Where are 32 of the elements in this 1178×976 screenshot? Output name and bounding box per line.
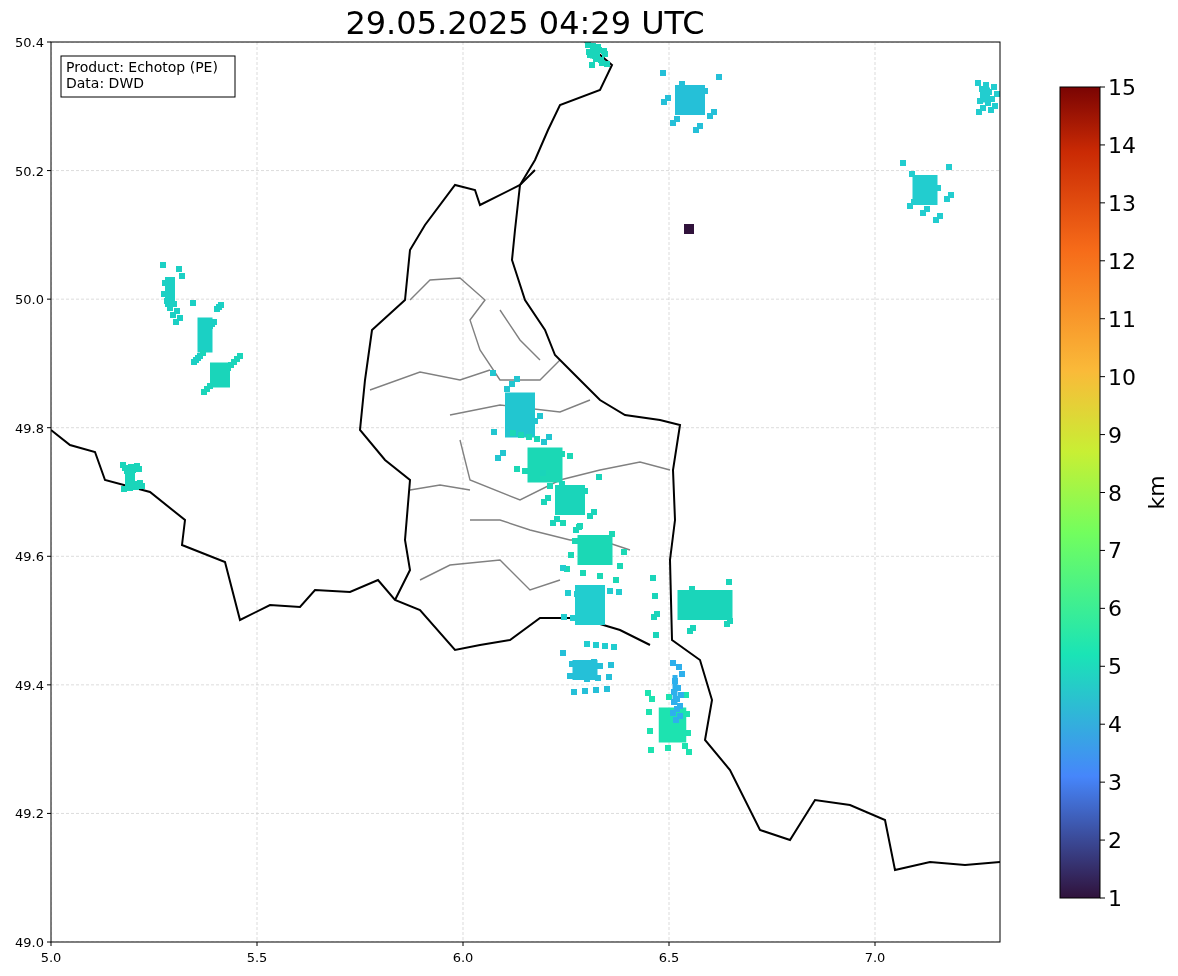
x-tick-label: 6.5 [658, 950, 680, 965]
chart-title: 29.05.2025 04:29 UTC [345, 4, 705, 42]
colorbar-tick-label: 11 [1108, 306, 1136, 332]
colorbar-tick-label: 15 [1108, 75, 1136, 100]
x-tick-label: 7.0 [864, 950, 886, 965]
colorbar-tick-label: 3 [1108, 770, 1122, 796]
x-tick-label: 5.5 [246, 950, 268, 965]
y-tick-label: 50.0 [15, 292, 44, 308]
colorbar-tick-label: 13 [1108, 190, 1136, 216]
colorbar-label: km [1144, 475, 1169, 510]
colorbar-tick-label: 2 [1108, 828, 1122, 854]
colorbar-tick-label: 9 [1108, 422, 1122, 448]
colorbar-tick-label: 5 [1108, 654, 1122, 680]
colorbar-tick-label: 7 [1108, 538, 1122, 564]
colorbar-tick-label: 14 [1108, 132, 1136, 158]
colorbar-tick-label: 8 [1108, 480, 1122, 506]
x-tick-label: 5.0 [40, 950, 62, 965]
y-tick-label: 49.2 [15, 806, 44, 822]
y-tick-label: 50.4 [15, 35, 44, 50]
info-text: Product: Echotop (PE) [66, 59, 218, 75]
x-tick-label: 6.0 [452, 950, 474, 965]
colorbar-tick-label: 6 [1108, 596, 1122, 622]
info-text: Data: DWD [66, 75, 144, 91]
colorbar-tick-label: 1 [1108, 886, 1122, 911]
colorbar-tick-label: 12 [1108, 248, 1136, 274]
y-tick-label: 49.0 [15, 935, 44, 950]
y-tick-label: 49.8 [15, 420, 44, 436]
colorbar-tick-label: 4 [1108, 712, 1122, 738]
y-tick-label: 50.2 [15, 163, 44, 179]
y-tick-label: 49.4 [15, 677, 44, 693]
colorbar-tick-label: 10 [1108, 364, 1136, 390]
y-tick-label: 49.6 [15, 549, 44, 565]
